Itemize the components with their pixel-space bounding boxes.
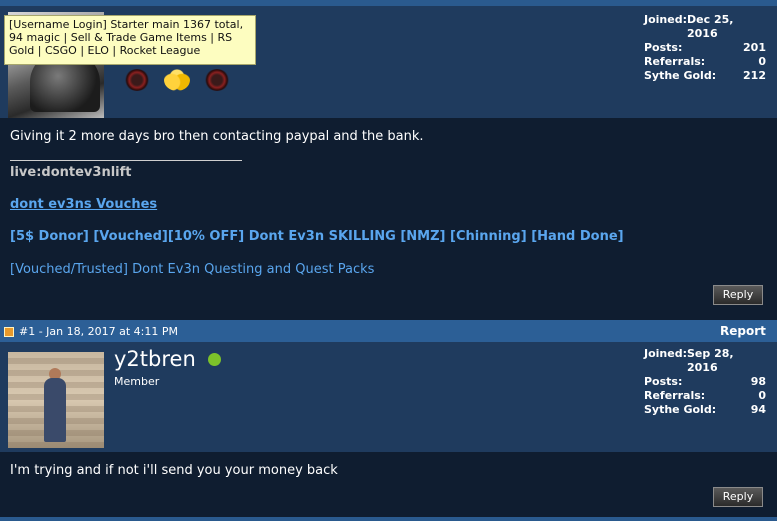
avatar[interactable] <box>8 352 104 448</box>
post-message: I'm trying and if not i'll send you your… <box>10 463 338 478</box>
reply-button[interactable]: Reply <box>713 285 763 305</box>
report-link[interactable]: Report <box>720 324 766 338</box>
posts-value: 201 <box>743 41 766 54</box>
gold-value: 94 <box>750 403 766 416</box>
posts-label: Posts: <box>644 375 683 388</box>
forum-thread: [Username Login] Starter main 1367 total… <box>0 0 777 521</box>
rank-ring-icon <box>204 69 230 91</box>
signature-divider <box>10 160 242 161</box>
reply-button[interactable]: Reply <box>713 487 763 507</box>
gold-coins-icon <box>164 69 190 91</box>
posts-label: Posts: <box>644 41 683 54</box>
referrals-label: Referrals: <box>644 389 706 402</box>
questing-link[interactable]: [Vouched/Trusted] Dont Ev3n Questing and… <box>10 262 374 277</box>
user-stats: Joined: Sep 28, 2016 Posts: 98 Referrals: 0… <box>644 347 766 417</box>
signature-skype: live:dontev3nlift <box>10 165 132 180</box>
joined-label: Joined: <box>644 347 687 360</box>
joined-label: Joined: <box>644 13 687 26</box>
gold-label: Sythe Gold: <box>644 403 717 416</box>
user-title-tooltip: [Username Login] Starter main 1367 total… <box>4 15 256 65</box>
post-message: Giving it 2 more days bro then contactin… <box>10 129 424 144</box>
skilling-link[interactable]: [5$ Donor] [Vouched][10% OFF] Dont Ev3n … <box>10 229 624 244</box>
user-stats: Joined: Dec 25, 2016 Posts: 201 Referrals:… <box>644 13 766 83</box>
post-permalink[interactable]: #1 - Jan 18, 2017 at 4:11 PM <box>19 325 178 338</box>
joined-value: Dec 25, 2016 <box>687 13 734 40</box>
vouches-link[interactable]: dont ev3ns Vouches <box>10 197 157 212</box>
user-rank: Member <box>114 375 160 388</box>
user-badges <box>124 69 230 91</box>
username[interactable]: y2tbren <box>114 347 196 371</box>
post-body <box>0 118 777 318</box>
post-icon <box>4 327 14 337</box>
posts-value: 98 <box>750 375 766 388</box>
gold-value: 212 <box>743 69 766 82</box>
referrals-label: Referrals: <box>644 55 706 68</box>
gold-label: Sythe Gold: <box>644 69 717 82</box>
rank-ring-icon <box>124 69 150 91</box>
referrals-value: 0 <box>758 389 766 402</box>
online-status-icon <box>208 353 221 366</box>
joined-value: Sep 28, 2016 <box>687 347 734 374</box>
referrals-value: 0 <box>758 55 766 68</box>
next-post-header <box>0 517 777 521</box>
